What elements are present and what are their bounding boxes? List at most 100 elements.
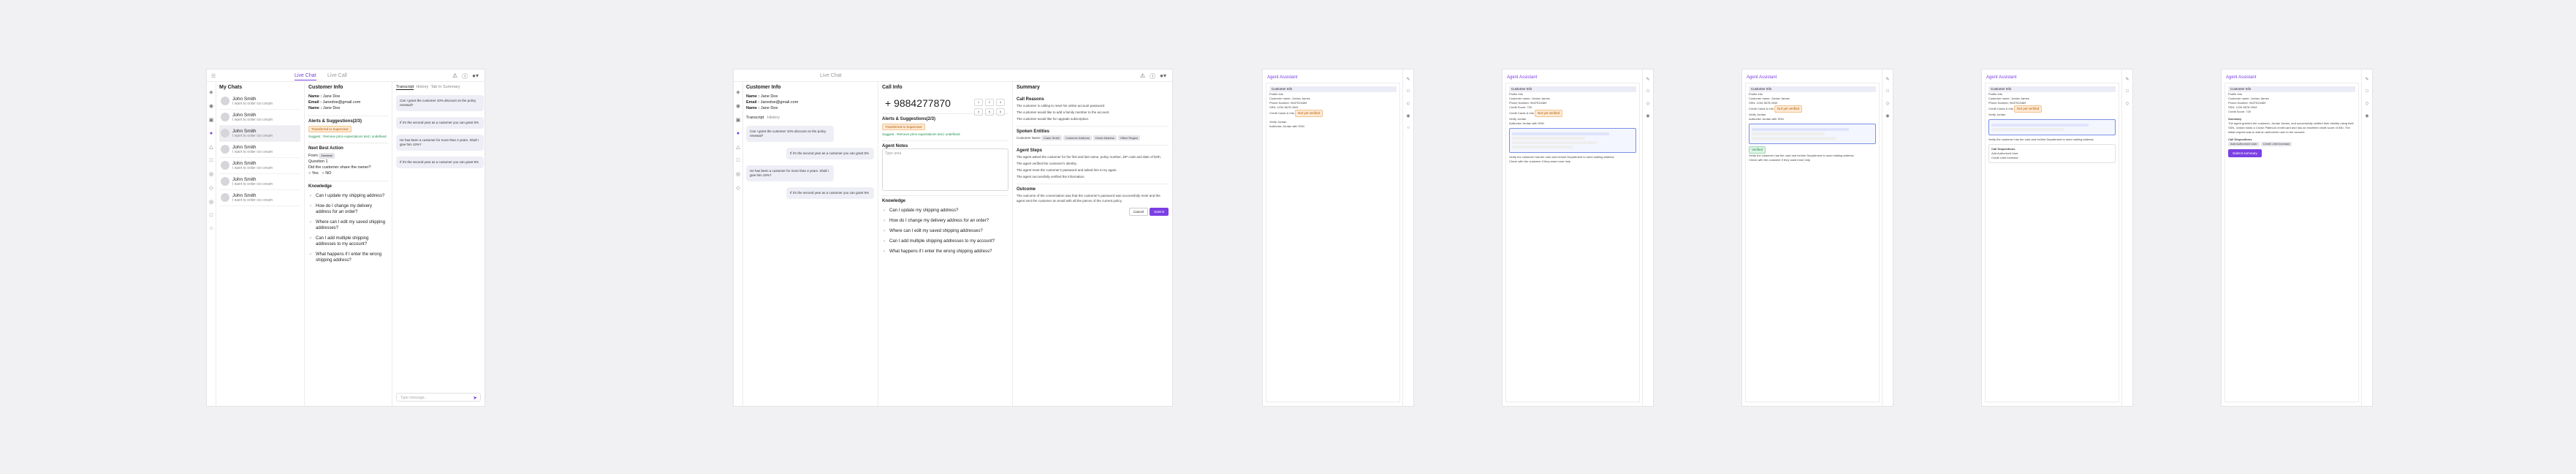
verification-form[interactable]	[1509, 128, 1636, 153]
nav-icon-11[interactable]: ○	[207, 226, 216, 231]
tab-transcript[interactable]: Transcript	[746, 116, 764, 120]
knowledge-question[interactable]: What happens if I enter the wrong shippi…	[882, 249, 1008, 255]
knowledge-question[interactable]: Can I update my shipping address?	[882, 208, 1008, 214]
rail-icon[interactable]: ✎	[1403, 77, 1413, 82]
customer-header[interactable]: Customer Info	[2228, 86, 2355, 92]
rail-icon[interactable]: ✎	[1882, 77, 1893, 82]
chat-item[interactable]: John Smith I want to order ice cream	[219, 190, 300, 206]
bell-icon[interactable]: ⚠	[1140, 72, 1145, 80]
rail-icon[interactable]: ◇	[1882, 101, 1893, 106]
knowledge-question[interactable]: What happens if I enter the wrong shippi…	[308, 252, 388, 263]
knowledge-question[interactable]: How do I change my delivery address for …	[882, 218, 1008, 224]
nav-icon-7[interactable]: ◎	[207, 171, 216, 177]
disposition-option[interactable]: Credit Limit Increase	[1991, 156, 2113, 160]
message-input[interactable]: Type message... ➤	[396, 393, 481, 402]
rail-icon[interactable]: □	[1882, 89, 1893, 94]
customer-header[interactable]: Customer Info	[1269, 86, 1397, 92]
rail-icon[interactable]: □	[2122, 89, 2132, 94]
rail-icon[interactable]: ◉	[1882, 113, 1893, 118]
rail-icon[interactable]: ✎	[2362, 77, 2372, 82]
chat-item-selected[interactable]: John Smith I want to order ice cream	[219, 126, 300, 142]
nav-icon-9[interactable]: ◎	[207, 199, 216, 205]
user-menu-icon[interactable]: ●▾	[1160, 72, 1166, 80]
tab-transcript[interactable]: Transcript	[396, 85, 414, 90]
nav-icon-6[interactable]: □	[207, 158, 216, 163]
verification-form[interactable]	[1749, 124, 1876, 144]
nav-icon-6[interactable]: □	[734, 158, 742, 163]
rail-icon[interactable]: □	[1643, 89, 1653, 94]
help-icon[interactable]: ⓘ	[1150, 72, 1155, 80]
nav-icon-5[interactable]: △	[734, 144, 742, 150]
rail-icon[interactable]: ✎	[1643, 77, 1653, 82]
suggestion-link[interactable]: Suggest : Remove price expectations test…	[882, 132, 1008, 136]
nav-icon-1[interactable]: ◈	[734, 89, 742, 95]
rail-icon[interactable]: ◇	[1403, 101, 1413, 106]
nav-icon-3[interactable]: ▣	[207, 117, 216, 123]
cancel-button[interactable]: Cancel	[1129, 208, 1149, 216]
key[interactable]: 6	[996, 108, 1005, 116]
chat-item[interactable]: John Smith I want to order ice cream	[219, 142, 300, 158]
disposition-chip[interactable]: Add Authorized User	[2228, 142, 2260, 146]
knowledge-question[interactable]: Where can I edit my saved shipping addre…	[308, 219, 388, 231]
rail-icon[interactable]: ✎	[2122, 77, 2132, 82]
tab-live-chat[interactable]: Live Chat	[295, 73, 316, 80]
step[interactable]: Authorise Jordan with SSN	[1269, 124, 1397, 129]
knowledge-question[interactable]: Can I add multiple shipping addresses to…	[882, 238, 1008, 244]
customer-header[interactable]: Customer Info	[1749, 86, 1876, 92]
rail-icon[interactable]: ◉	[1643, 113, 1653, 118]
customer-header[interactable]: Customer Info	[1509, 86, 1636, 92]
nav-icon-2[interactable]: ◉	[734, 103, 742, 109]
nav-icon-10[interactable]: □	[207, 213, 216, 218]
chat-item[interactable]: John Smith I want to order ice cream	[219, 174, 300, 190]
chat-item[interactable]: John Smith I want to order ice cream	[219, 110, 300, 126]
send-icon[interactable]: ➤	[473, 395, 477, 401]
submit-button[interactable]: Submit	[1149, 208, 1169, 216]
radio-yes[interactable]: ○ Yes	[308, 171, 319, 176]
knowledge-question[interactable]: Can I add multiple shipping addresses to…	[308, 236, 388, 247]
key[interactable]: 4	[974, 108, 983, 116]
from-select[interactable]: Zendesk	[319, 153, 335, 159]
step[interactable]: Authorise Jordan with SSN	[1749, 117, 1876, 121]
knowledge-question[interactable]: Can I update my shipping address?	[308, 193, 388, 199]
call-nav-icon[interactable]: ●	[734, 131, 742, 136]
tab-history[interactable]: History	[416, 85, 428, 89]
tab-summary[interactable]: Tab In Summary	[431, 85, 460, 89]
radio-no[interactable]: ○ NO	[322, 171, 331, 176]
rail-icon[interactable]: ○	[1403, 126, 1413, 130]
key[interactable]: 2	[985, 99, 994, 106]
key[interactable]: 1	[974, 99, 983, 106]
tab-live-call[interactable]: Live Call	[327, 73, 347, 78]
chat-nav-icon[interactable]: ●	[207, 131, 216, 136]
nav-icon-8[interactable]: ◇	[207, 185, 216, 191]
step[interactable]: Verify Jordan	[1988, 113, 2116, 117]
nav-icon-7[interactable]: ◎	[734, 171, 742, 177]
knowledge-question[interactable]: How do I change my delivery address for …	[308, 203, 388, 215]
nav-icon-8[interactable]: ◇	[734, 185, 742, 191]
tab-history[interactable]: History	[767, 116, 780, 120]
rail-icon[interactable]: ◉	[2362, 113, 2372, 118]
verification-form[interactable]	[1988, 119, 2116, 135]
help-icon[interactable]: ⓘ	[462, 72, 468, 80]
rail-icon[interactable]: ◉	[1403, 113, 1413, 118]
chat-item[interactable]: John Smith I want to order ice cream	[219, 94, 300, 110]
suggestion-link[interactable]: Suggest : Remove price expectations test…	[308, 135, 388, 138]
user-menu-icon[interactable]: ●▾	[472, 72, 479, 80]
rail-icon[interactable]: ◇	[2362, 101, 2372, 106]
agent-notes-input[interactable]: Type area	[882, 148, 1008, 191]
nav-icon-2[interactable]: ◉	[207, 103, 216, 109]
rail-icon[interactable]: □	[1403, 89, 1413, 94]
nav-icon-3[interactable]: ▣	[734, 117, 742, 123]
rail-icon[interactable]: □	[2362, 89, 2372, 94]
key[interactable]: 5	[985, 108, 994, 116]
rail-icon[interactable]: ◇	[1643, 101, 1653, 106]
key[interactable]: 3	[996, 99, 1005, 106]
submit-summary-button[interactable]: Submit summary	[2228, 149, 2262, 157]
nav-icon-1[interactable]: ◈	[207, 89, 216, 95]
customer-header[interactable]: Customer Info	[1988, 86, 2116, 92]
knowledge-question[interactable]: Where can I edit my saved shipping addre…	[882, 228, 1008, 234]
rail-icon[interactable]: ◇	[2122, 101, 2132, 106]
menu-icon[interactable]: ☰	[211, 73, 216, 79]
step[interactable]: Authorise Jordan with SSN	[1509, 121, 1636, 126]
chat-item[interactable]: John Smith I want to order ice cream	[219, 158, 300, 174]
disposition-chip[interactable]: Credit Limit Increase	[2260, 142, 2292, 146]
